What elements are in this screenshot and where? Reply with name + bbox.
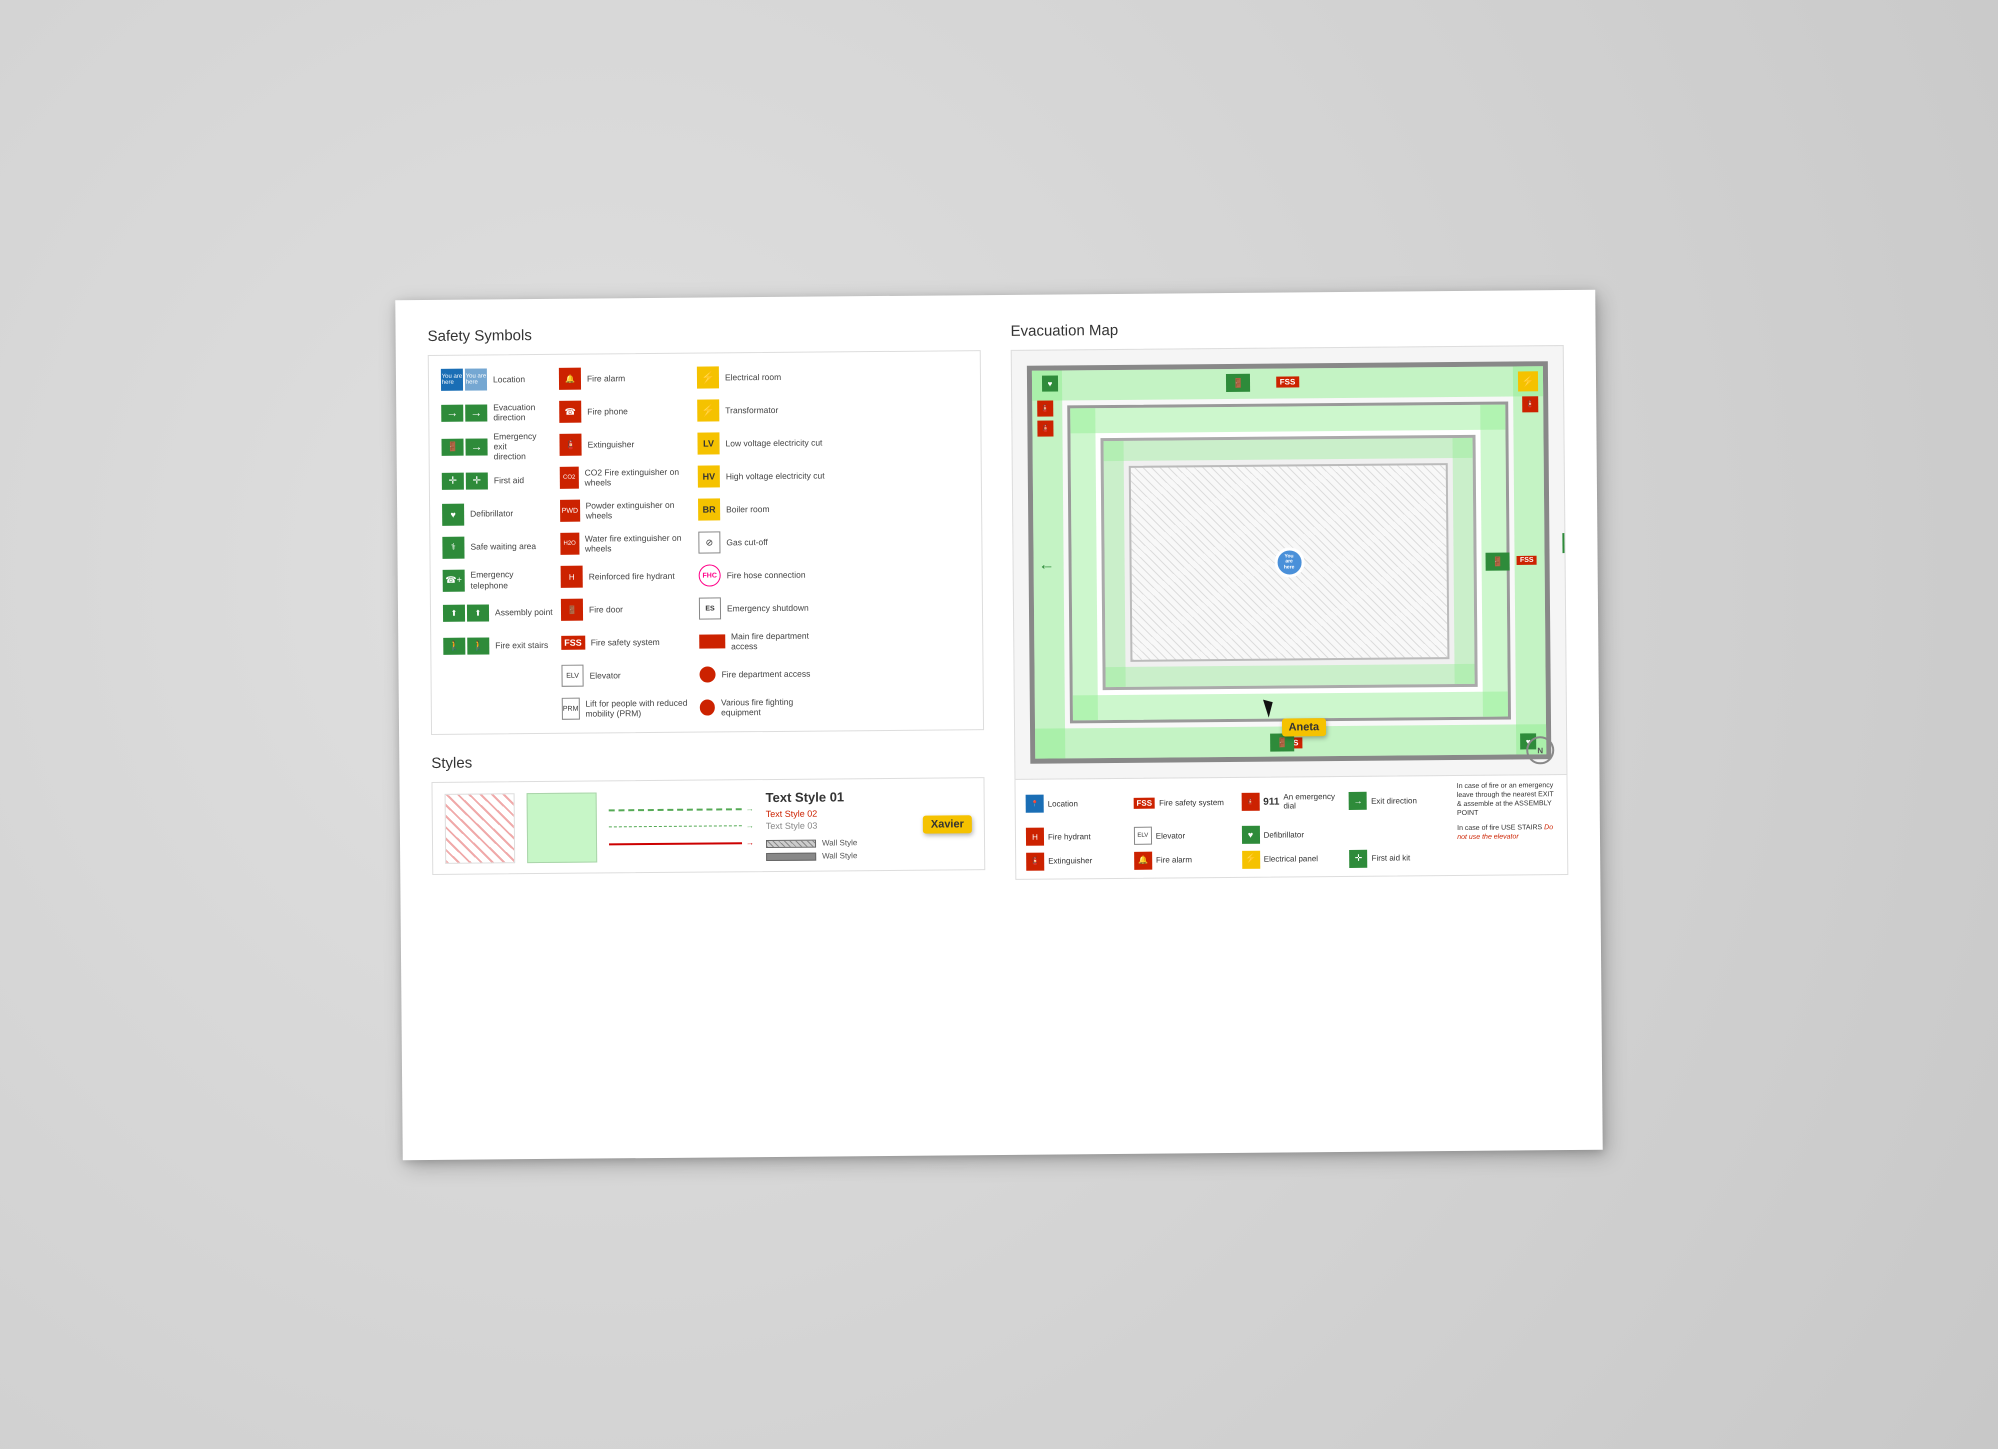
symbol-emergency-exit: 🚪 → Emergency exitdirection <box>441 430 551 462</box>
symbol-co2-ext: CO2 CO2 Fire extinguisher on wheels <box>560 462 690 491</box>
line-style-2: → <box>609 821 754 831</box>
symbol-extinguisher: 🧯 Extinguisher <box>559 429 689 458</box>
line-styles: → → → <box>609 804 754 848</box>
legend-fire-hydrant: H Fire hydrant <box>1026 827 1126 846</box>
map-extinguisher-1: 🧯 <box>1037 400 1053 416</box>
legend-defibrillator: ♥ Defibrillator <box>1241 825 1341 844</box>
line-style-3: → <box>609 838 754 848</box>
legend-emergency-text: In case of fire or an emergency leave th… <box>1457 781 1557 818</box>
styles-section: Styles → → <box>431 750 985 884</box>
symbol-safe-waiting: ⚕ Safe waiting area <box>442 532 552 561</box>
symbol-defibrillator: ♥ Defibrillator <box>442 499 552 528</box>
legend-extinguisher: 🧯 Extinguisher <box>1026 851 1126 870</box>
symbol-fire-hydrant: H Reinforced fire hydrant <box>561 561 691 590</box>
legend-electrical-panel: ⚡ Electrical panel <box>1242 849 1342 868</box>
symbol-prm: PRM Lift for people with reduced mobilit… <box>562 693 692 722</box>
symbol-transformator: ⚡ Transformator <box>697 395 827 424</box>
legend-exit-dir: → Exit direction <box>1349 782 1449 819</box>
hatch-pattern-red <box>445 792 516 863</box>
symbol-fire-door: 🚪 Fire door <box>561 594 691 623</box>
symbol-boiler: BR Boiler room <box>698 494 828 523</box>
symbol-fire-alarm: 🔔 Fire alarm <box>559 363 689 392</box>
symbol-location-label: Location <box>493 374 525 384</box>
safety-symbols-section: Safety Symbols You arehere You arehere L… <box>428 323 985 735</box>
legend-box: 📍 Location FSS Fire safety system 🧯 911 … <box>1014 772 1568 879</box>
line-style-1: → <box>609 804 754 814</box>
text-styles: Text Style 01 Text Style 02 Text Style 0… <box>766 788 912 860</box>
legend-fss: FSS Fire safety system <box>1133 783 1233 820</box>
symbol-fire-phone: ☎ Fire phone <box>559 396 689 425</box>
symbol-evac-dir: → → Evacuationdirection <box>441 397 551 426</box>
compass: N <box>1526 736 1554 764</box>
symbol-es: ES Emergency shutdown <box>699 593 829 622</box>
symbol-elevator: ELV Elevator <box>561 660 691 689</box>
map-defib-1: ♥ <box>1042 375 1058 391</box>
text-style-02: Text Style 02 <box>766 807 911 818</box>
evacuation-map-container: Youarehere FSS FSS FSS ↑ ↓ ← → <box>1011 345 1568 780</box>
legend-stairs-text: In case of fire USE STAIRS Do not use th… <box>1457 823 1557 842</box>
symbol-assembly: ⬆ ⬆ Assembly point <box>443 598 553 627</box>
paper: Safety Symbols You arehere You arehere L… <box>395 289 1602 1159</box>
legend-fire-alarm: 🔔 Fire alarm <box>1134 850 1234 869</box>
symbol-fhc: FHC Fire hose connection <box>699 560 829 589</box>
symbol-gas: ⊘ Gas cut-off <box>698 527 828 556</box>
user-label-xavier: Xavier <box>923 814 972 832</box>
user-label-aneta: Aneta <box>1281 718 1326 736</box>
wall-style-2: Wall Style <box>766 850 911 860</box>
green-fill-style <box>527 792 598 863</box>
symbol-fire-exit-stairs: 🚶 🚶 Fire exit stairs <box>443 631 553 660</box>
styles-box: → → → Text Style 01 Text Style 02 Text <box>431 777 985 875</box>
map-extinguisher-3: 🧯 <box>1522 396 1538 412</box>
symbol-powder-ext: PWD Powder extinguisher on wheels <box>560 495 690 524</box>
fss-badge-top: FSS <box>1276 376 1300 387</box>
xavier-label-container: Xavier <box>923 814 972 832</box>
text-style-03: Text Style 03 <box>766 819 911 830</box>
evacuation-map-title: Evacuation Map <box>1010 318 1563 340</box>
symbol-fss: FSS Fire safety system <box>561 627 691 656</box>
user-aneta-cursor <box>1260 700 1270 716</box>
text-style-01: Text Style 01 <box>766 788 911 804</box>
assembly-label-left: Assemblypoint <box>1011 545 1012 562</box>
assembly-label-right: Assemblypoint <box>1566 482 1568 499</box>
symbol-water-ext: H2O Water fire extinguisher on wheels <box>560 528 690 557</box>
symbol-first-aid: ✛ ✛ First aid <box>442 466 552 495</box>
symbol-hv: HV High voltage electricity cut <box>698 461 828 490</box>
safety-symbols-title: Safety Symbols <box>428 323 981 345</box>
symbol-main-fire: Main fire department access <box>699 626 829 655</box>
styles-title: Styles <box>431 750 984 772</box>
map-electrical: ⚡ <box>1518 371 1538 391</box>
wall-style-label-2: Wall Style <box>822 851 857 860</box>
legend-location: 📍 Location <box>1026 784 1126 821</box>
assembly-icon-right: ⬆ <box>1562 532 1567 552</box>
symbol-fire-dept: Fire department access <box>699 659 829 688</box>
symbol-lv: LV Low voltage electricity cut <box>697 428 827 457</box>
map-extinguisher-2: 🧯 <box>1037 420 1053 436</box>
wall-style-1: Wall Style <box>766 837 911 847</box>
legend-elevator: ELV Elevator <box>1134 826 1234 845</box>
wall-style-label-1: Wall Style <box>822 838 857 847</box>
legend-first-aid: ✛ First aid kit <box>1349 848 1449 867</box>
exit-sign-right: 🚪 <box>1486 552 1510 570</box>
wall-styles: Wall Style Wall Style <box>766 837 911 860</box>
symbol-emergency-tel: ☎+ Emergency telephone <box>443 565 553 594</box>
symbols-box: You arehere You arehere Location → → Eva <box>428 350 984 735</box>
arrow-left: ← <box>1039 556 1055 574</box>
fss-badge-right: FSS <box>1517 555 1537 564</box>
symbol-various: Various fire fighting equipment <box>700 692 830 721</box>
symbol-location: You arehere You arehere Location <box>441 364 551 393</box>
exit-sign-top: 🚪 <box>1226 373 1250 391</box>
symbol-electrical-room: ⚡ Electrical room <box>697 362 827 391</box>
legend-911: 🧯 911 An emergency dial <box>1241 783 1341 820</box>
